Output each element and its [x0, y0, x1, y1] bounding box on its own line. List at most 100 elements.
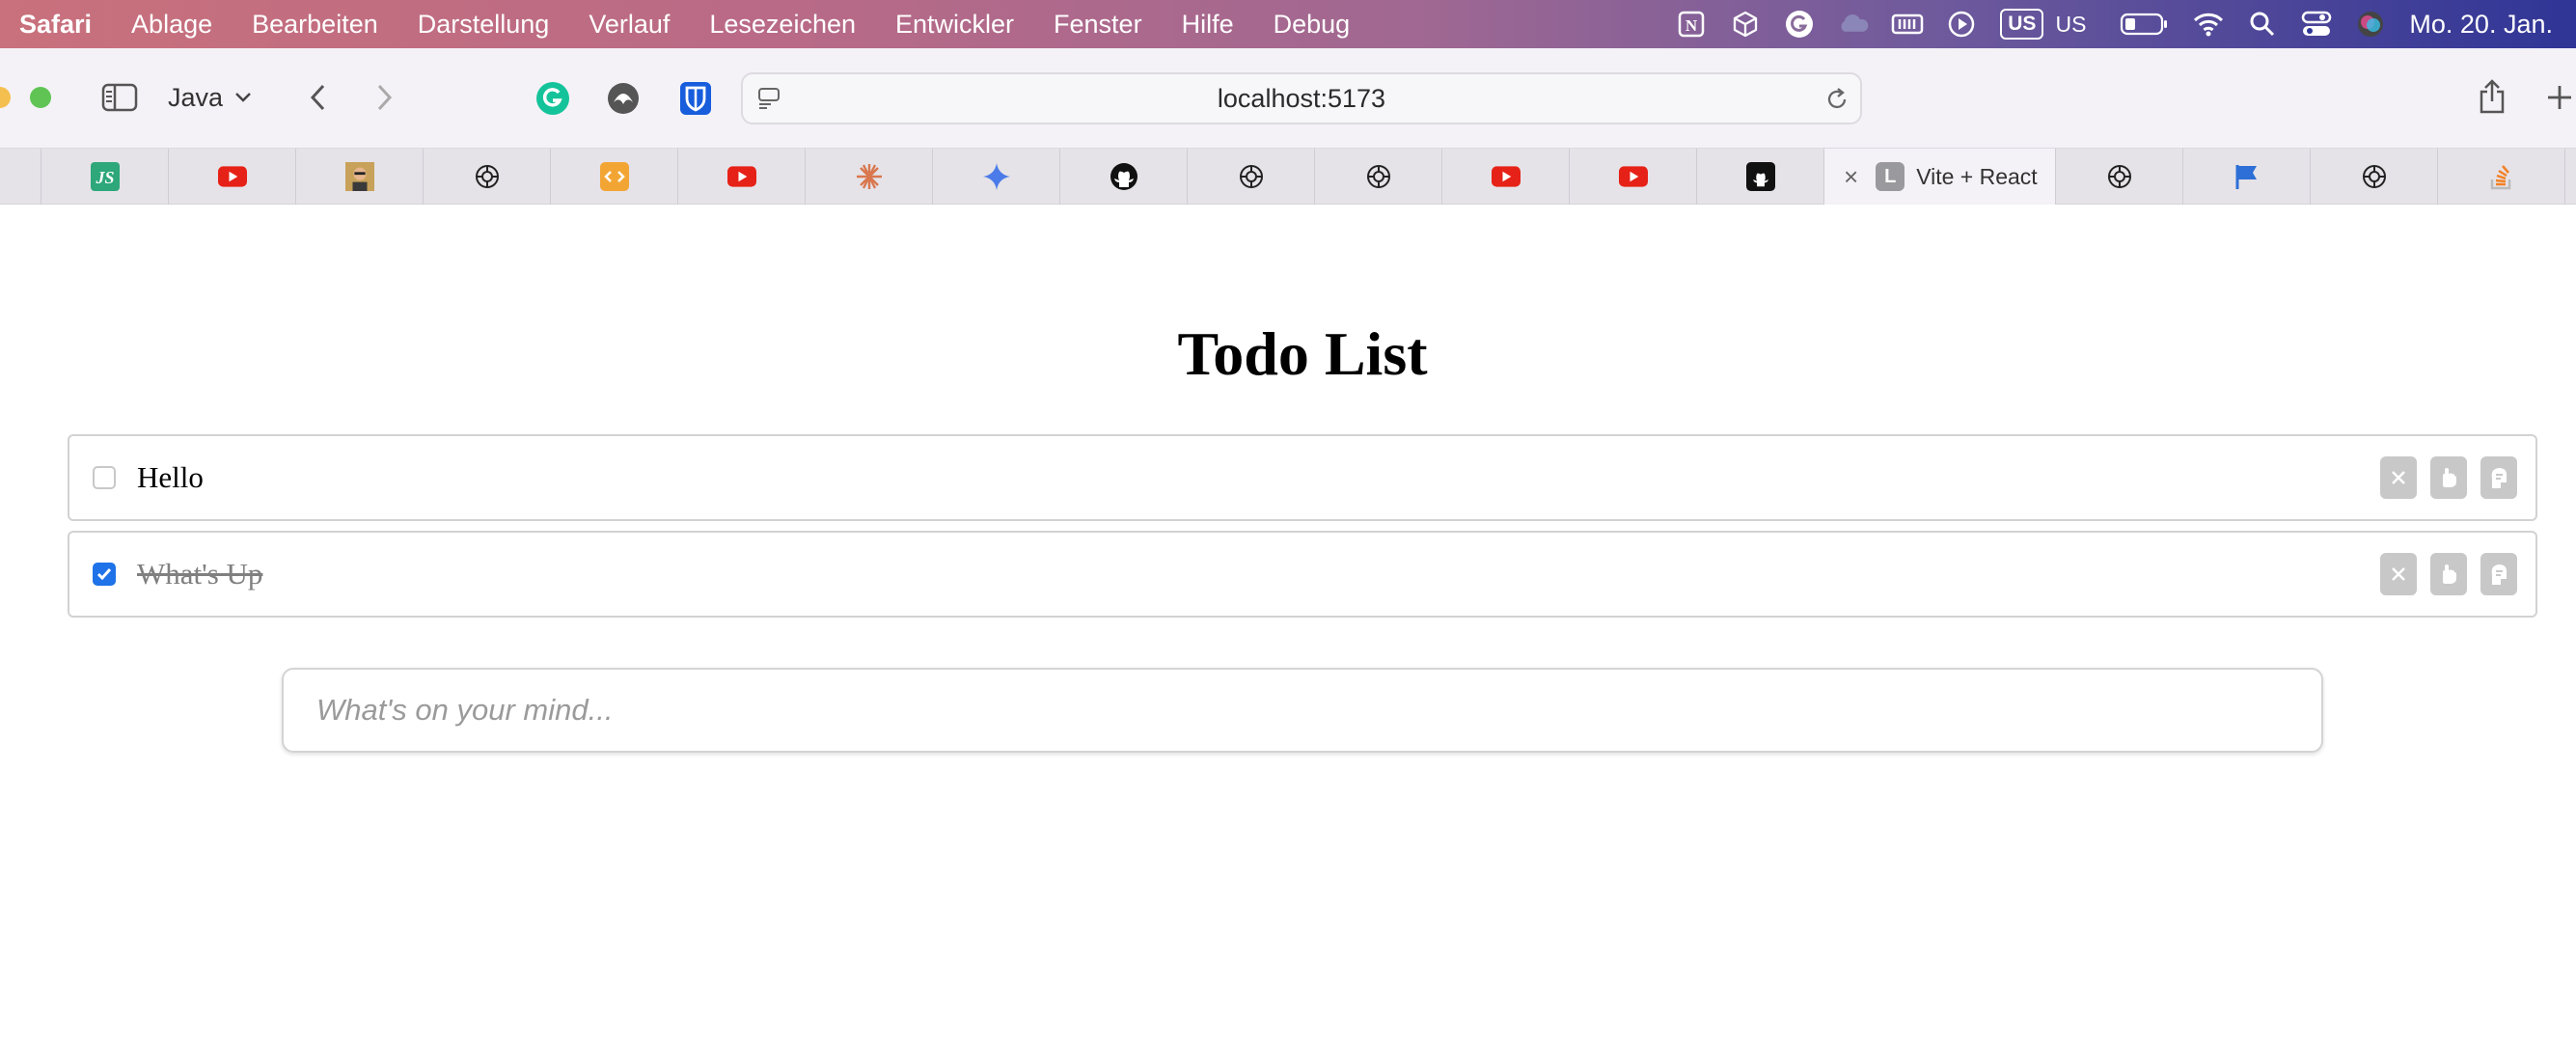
- bitwarden-extension-icon[interactable]: [678, 81, 713, 116]
- stackoverflow-icon: [2487, 162, 2516, 191]
- reload-icon[interactable]: [1823, 86, 1850, 113]
- chatgpt-icon: [2105, 162, 2134, 191]
- tab-code[interactable]: [551, 149, 678, 205]
- zoom-window-button[interactable]: [30, 87, 51, 108]
- close-icon: [2392, 567, 2405, 581]
- todo-checkbox-checked[interactable]: [93, 563, 116, 586]
- chevron-down-icon: [234, 92, 252, 103]
- back-arrow-icon[interactable]: [303, 81, 332, 114]
- speech-head-icon: [2491, 564, 2507, 585]
- menu-safari[interactable]: Safari: [19, 10, 92, 40]
- tab-chatgpt-4[interactable]: [2056, 149, 2183, 205]
- search-icon[interactable]: [2246, 8, 2279, 41]
- tab-youtube-3[interactable]: [1442, 149, 1570, 205]
- gemini-icon: [982, 162, 1011, 191]
- grammarly-icon[interactable]: [1783, 8, 1816, 41]
- github-icon: [1745, 162, 1775, 191]
- speech-action-button[interactable]: [2480, 553, 2517, 595]
- vite-tab-favicon: L: [1876, 162, 1905, 191]
- menu-entwickler[interactable]: Entwickler: [895, 10, 1014, 40]
- code-icon: [599, 162, 629, 191]
- control-center-icon[interactable]: [2300, 8, 2333, 41]
- claude-icon: [855, 162, 884, 191]
- tab-youtube-1[interactable]: [169, 149, 296, 205]
- profile-photo-icon: [344, 162, 374, 191]
- wifi-icon[interactable]: [2192, 8, 2225, 41]
- tab-edge[interactable]: [0, 149, 41, 205]
- todo-text-done[interactable]: What's Up: [137, 557, 262, 592]
- menu-fenster[interactable]: Fenster: [1054, 10, 1142, 40]
- new-tab-icon[interactable]: [2543, 81, 2576, 114]
- jshell-favicon-icon: JS: [90, 162, 120, 191]
- menu-bearbeiten[interactable]: Bearbeiten: [252, 10, 378, 40]
- delete-button[interactable]: [2380, 456, 2417, 499]
- tab-chatgpt-5[interactable]: [2311, 149, 2438, 205]
- tab-bar: JS × L Vite + React: [0, 149, 2576, 205]
- delete-button[interactable]: [2380, 553, 2417, 595]
- hand-action-button[interactable]: [2430, 553, 2467, 595]
- tab-flag[interactable]: [2183, 149, 2311, 205]
- menu-darstellung[interactable]: Darstellung: [418, 10, 550, 40]
- chatgpt-icon: [1364, 162, 1393, 191]
- vite-favicon-letter: L: [1884, 165, 1897, 187]
- profile-selector[interactable]: Java: [168, 81, 252, 114]
- menu-debug[interactable]: Debug: [1274, 10, 1351, 40]
- github-icon: [1110, 162, 1138, 191]
- flag-icon: [2233, 162, 2261, 191]
- tab-vite-react[interactable]: × L Vite + React: [1824, 149, 2056, 205]
- tab-stackoverflow[interactable]: [2438, 149, 2565, 205]
- tab-gemini[interactable]: [933, 149, 1060, 205]
- grammarly-extension-icon[interactable]: [535, 81, 570, 116]
- hand-icon: [2443, 468, 2456, 487]
- menu-verlauf[interactable]: Verlauf: [589, 10, 670, 40]
- todo-item: What's Up: [68, 531, 2537, 618]
- youtube-icon: [1491, 162, 1521, 191]
- url-text[interactable]: localhost:5173: [1218, 84, 1385, 114]
- notion-icon[interactable]: N: [1675, 8, 1708, 41]
- menu-lesezeichen[interactable]: Lesezeichen: [709, 10, 856, 40]
- menu-hilfe[interactable]: Hilfe: [1182, 10, 1234, 40]
- tab-claude[interactable]: [806, 149, 933, 205]
- keyboard-layout-label[interactable]: US: [2055, 12, 2086, 38]
- youtube-icon: [726, 162, 756, 191]
- chatgpt-icon: [1237, 162, 1266, 191]
- cube-icon[interactable]: [1729, 8, 1762, 41]
- chatgpt-icon: [473, 162, 502, 191]
- tab-youtube-4[interactable]: [1570, 149, 1697, 205]
- tab-title: Vite + React: [1916, 163, 2038, 189]
- macos-menu-bar: Safari Ablage Bearbeiten Darstellung Ver…: [0, 0, 2576, 48]
- speech-action-button[interactable]: [2480, 456, 2517, 499]
- menu-clock[interactable]: Mo. 20. Jan.: [2409, 10, 2553, 40]
- tab-chatgpt-1[interactable]: [424, 149, 551, 205]
- todo-checkbox[interactable]: [93, 466, 116, 489]
- tab-youtube-2[interactable]: [678, 149, 806, 205]
- svg-text:JS: JS: [95, 168, 114, 187]
- tab-chatgpt-3[interactable]: [1315, 149, 1442, 205]
- address-bar[interactable]: localhost:5173: [741, 72, 1862, 124]
- tab-github-2[interactable]: [1697, 149, 1824, 205]
- play-circle-icon[interactable]: [1945, 8, 1978, 41]
- svg-text:N: N: [1685, 16, 1698, 35]
- tab-github-1[interactable]: [1060, 149, 1188, 205]
- page-menu-icon[interactable]: [754, 84, 783, 113]
- status-area: N US US Mo. 20. Jan.: [1664, 0, 2564, 48]
- close-tab-icon[interactable]: ×: [1844, 162, 1858, 192]
- menu-list: Safari Ablage Bearbeiten Darstellung Ver…: [0, 10, 1389, 40]
- battery-icon[interactable]: [2119, 8, 2171, 41]
- memory-icon[interactable]: [1891, 8, 1924, 41]
- profile-label: Java: [168, 82, 224, 112]
- privacy-extension-icon[interactable]: [606, 81, 641, 116]
- tab-jshell[interactable]: JS: [41, 149, 169, 205]
- todo-text[interactable]: Hello: [137, 460, 204, 495]
- keyboard-layout-badge[interactable]: US: [2000, 9, 2044, 40]
- sidebar-toggle-icon[interactable]: [100, 81, 139, 114]
- cloud-icon[interactable]: [1837, 8, 1870, 41]
- menu-ablage[interactable]: Ablage: [131, 10, 212, 40]
- new-todo-input[interactable]: [282, 668, 2323, 753]
- tab-chatgpt-2[interactable]: [1188, 149, 1315, 205]
- forward-arrow-icon[interactable]: [370, 81, 399, 114]
- siri-icon[interactable]: [2354, 8, 2387, 41]
- share-icon[interactable]: [2475, 77, 2509, 116]
- hand-action-button[interactable]: [2430, 456, 2467, 499]
- tab-profile[interactable]: [296, 149, 424, 205]
